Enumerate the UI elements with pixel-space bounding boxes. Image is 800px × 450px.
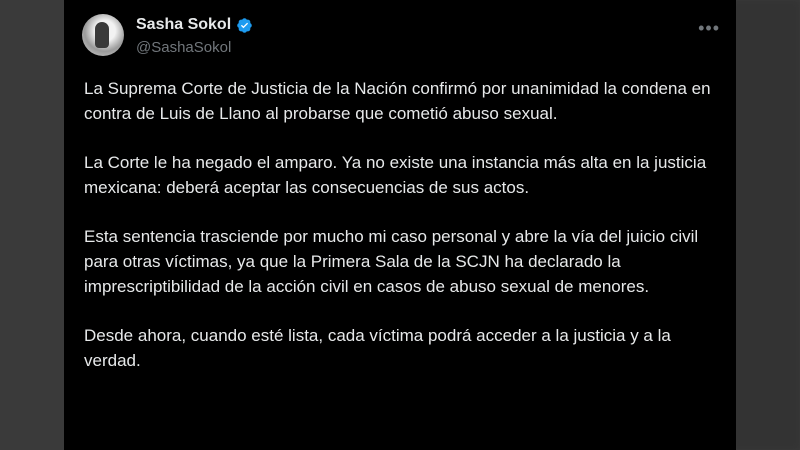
screenshot-stage: Sasha Sokol @SashaSokol ••• La Suprema C… (0, 0, 800, 450)
tweet-paragraph: Esta sentencia trasciende por mucho mi c… (84, 227, 699, 296)
tweet-paragraph: Desde ahora, cuando esté lista, cada víc… (84, 326, 671, 370)
tweet-text: La Suprema Corte de Justicia de la Nació… (84, 76, 714, 397)
user-handle[interactable]: @SashaSokol (136, 39, 231, 56)
display-name[interactable]: Sasha Sokol (136, 16, 231, 34)
verified-badge-icon (237, 17, 252, 33)
more-options-icon[interactable]: ••• (698, 18, 720, 39)
avatar[interactable] (82, 14, 124, 56)
tweet-paragraph: La Corte le ha negado el amparo. Ya no e… (84, 153, 707, 197)
tweet-card[interactable]: Sasha Sokol @SashaSokol ••• La Suprema C… (64, 0, 736, 450)
blurred-background-right (730, 0, 800, 450)
author-name-row: Sasha Sokol (136, 16, 253, 34)
tweet-paragraph: La Suprema Corte de Justicia de la Nació… (84, 79, 711, 123)
